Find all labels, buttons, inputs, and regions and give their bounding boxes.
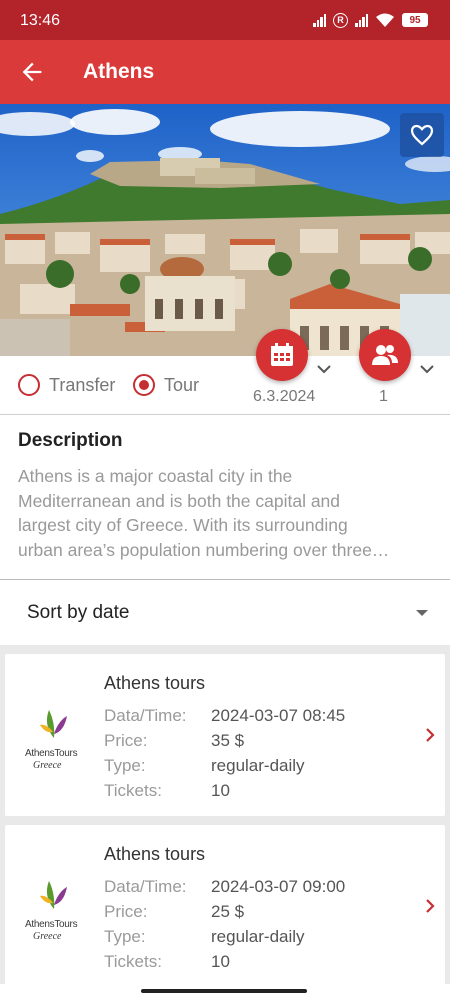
sort-dropdown[interactable]: Sort by date [27, 602, 129, 624]
tour-card[interactable]: AthensTours Greece Athens tours Data/Tim… [5, 825, 445, 987]
chevron-down-icon[interactable] [315, 360, 333, 378]
tour-title: Athens tours [104, 844, 206, 864]
status-icons: R 95 [313, 11, 428, 29]
app-bar: Athens [0, 40, 450, 104]
selected-date: 6.3.2024 [253, 388, 316, 405]
gesture-nav-bar [0, 984, 450, 1000]
transfer-label: Transfer [49, 374, 116, 395]
chevron-right-icon[interactable] [423, 728, 437, 742]
tour-title: Athens tours [104, 673, 206, 693]
divider [0, 579, 450, 580]
athens-image [0, 104, 450, 356]
signal-icon [313, 13, 326, 27]
wifi-icon [376, 13, 394, 27]
date-picker-button[interactable] [256, 329, 308, 381]
calendar-icon [271, 343, 293, 366]
tour-radio[interactable] [133, 374, 155, 396]
chevron-right-icon[interactable] [423, 899, 437, 913]
users-icon [372, 345, 398, 365]
transfer-option[interactable]: Transfer [18, 374, 115, 396]
tour-label: Tour [164, 374, 200, 395]
home-handle[interactable] [141, 989, 307, 993]
selected-people-count: 1 [379, 388, 388, 405]
city-photo [0, 104, 450, 356]
chevron-down-icon[interactable] [418, 360, 436, 378]
battery-icon: 95 [402, 13, 428, 27]
favorite-button[interactable] [400, 113, 444, 157]
description-text: Athens is a major coastal city in the Me… [18, 466, 390, 560]
athens-tours-logo: AthensTours Greece [21, 875, 87, 955]
tour-option[interactable]: Tour [133, 374, 199, 396]
athens-tours-logo: AthensTours Greece [21, 704, 87, 784]
transfer-radio[interactable] [18, 374, 40, 396]
signal-icon-2 [355, 13, 368, 27]
back-arrow-icon[interactable] [18, 58, 46, 86]
tour-card[interactable]: AthensTours Greece Athens tours Data/Tim… [5, 654, 445, 816]
status-bar: 13:46 R 95 [0, 0, 450, 40]
description-title: Description [18, 430, 123, 451]
dropdown-arrow-icon[interactable] [416, 610, 428, 616]
roaming-icon: R [333, 12, 348, 28]
status-time: 13:46 [20, 12, 61, 29]
details-section: Transfer Tour 6.3.2024 1 Description Ath… [0, 329, 450, 645]
people-picker-button[interactable] [359, 329, 411, 381]
heart-icon [410, 124, 434, 146]
divider [0, 414, 450, 415]
page-title: Athens [83, 60, 155, 83]
